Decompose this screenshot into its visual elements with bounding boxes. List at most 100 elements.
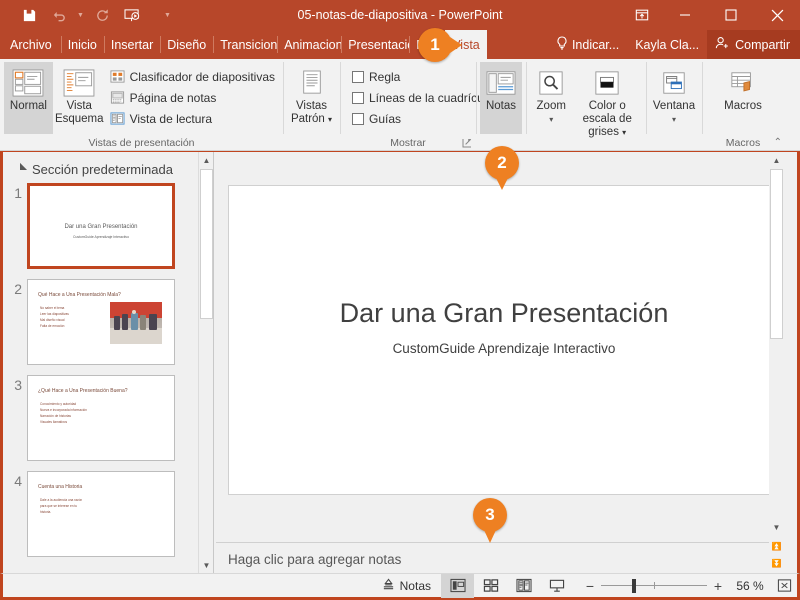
save-icon[interactable] [14,2,44,28]
slide-thumbnail-3[interactable]: ¿Qué Hace a Una Presentación Buena? Cono… [27,375,175,461]
macros-icon [729,66,757,100]
reading-view-button[interactable]: Vista de lectura [106,108,279,129]
tab-transiciones[interactable]: Transiciones [213,30,277,59]
slide-number-3: 3 [14,377,22,393]
gridlines-checkbox-row[interactable]: Líneas de la cuadrícula [348,87,497,108]
tab-presentacion[interactable]: Presentación [341,30,409,59]
customize-qat-icon[interactable]: ▼ [161,2,174,28]
master-views-label: Vistas Patrón ▾ [290,100,333,125]
chevron-down-icon[interactable]: ▾ [672,113,676,126]
color-grayscale-icon [594,66,620,100]
ruler-checkbox[interactable] [352,70,364,83]
tab-archivo[interactable]: Archivo [0,30,61,59]
outline-view-button[interactable]: Vista Esquema [53,62,106,126]
slide-sorter-button[interactable] [474,574,507,598]
window-button[interactable]: Ventana ▾ [650,62,698,126]
gridlines-checkbox[interactable] [352,91,364,104]
maximize-icon[interactable] [708,0,754,30]
lightbulb-icon [556,36,568,53]
dialog-launcher-icon[interactable] [462,137,472,148]
scroll-down-icon[interactable]: ▼ [769,519,784,535]
undo-icon[interactable] [44,2,74,28]
tab-diseno[interactable]: Diseño [160,30,213,59]
thumbnail-row-2[interactable]: 2 Qué Hace a Una Presentación Mala? No s… [3,279,213,365]
reading-view-button[interactable] [507,574,540,598]
thumbnail-scrollbar[interactable]: ▲ ▼ [198,152,213,573]
thumbnail-row-1[interactable]: 1 Dar una Gran Presentación CustomGuide … [3,183,213,269]
collapse-ribbon-icon[interactable]: ⌃ [774,135,782,151]
guides-checkbox-row[interactable]: Guías [348,108,497,129]
workspace: Sección predeterminada 1 Dar una Gran Pr… [0,152,800,573]
tab-animaciones[interactable]: Animaciones [277,30,341,59]
section-header[interactable]: Sección predeterminada [3,152,213,183]
slide-sorter-button[interactable]: Clasificador de diapositivas [106,66,279,87]
ruler-label: Regla [369,69,401,84]
callout-tail [496,178,508,190]
thumb-title-4: Cuenta una Historia [38,484,83,490]
slide-scroll-thumb[interactable] [770,169,783,339]
user-account[interactable]: Kayla Cla... [627,30,707,59]
person-add-icon [715,36,730,53]
minimize-icon[interactable] [662,0,708,30]
scroll-up-icon[interactable]: ▲ [199,152,213,168]
color-grayscale-button[interactable]: Color o escala de grises ▾ [572,62,642,139]
reading-view-icon [110,111,125,126]
tab-inicio[interactable]: Inicio [60,30,104,59]
slide-subtitle-placeholder[interactable]: CustomGuide Aprendizaje Interactivo [274,341,734,356]
undo-dropdown-icon[interactable]: ▼ [74,2,87,28]
previous-slide-icon[interactable]: ⏫ [769,538,784,554]
slide-thumbnail-4[interactable]: Cuenta una Historia Dale a la audiencia … [27,471,175,557]
scroll-up-icon[interactable]: ▲ [769,152,784,168]
callout-2-number: 2 [497,153,507,172]
share-label: Compartir [735,37,790,52]
notes-toggle-button[interactable]: Notas [372,574,441,598]
chevron-down-icon[interactable]: ▾ [549,113,553,126]
ribbon-display-options-icon[interactable] [622,0,662,30]
close-icon[interactable] [754,0,800,30]
zoom-slider-handle[interactable] [632,578,636,593]
normal-view-button[interactable] [441,573,474,598]
macros-button[interactable]: Macros [716,62,770,113]
section-collapse-icon[interactable] [12,162,28,177]
start-slideshow-icon[interactable] [117,2,147,28]
slide-title-placeholder[interactable]: Dar una Gran Presentación [274,298,734,329]
zoom-percentage[interactable]: 56 % [729,579,771,593]
normal-view-button[interactable]: Normal [4,62,53,134]
thumbnail-row-3[interactable]: 3 ¿Qué Hace a Una Presentación Buena? Co… [3,375,213,461]
tell-me-box[interactable]: Indicar... [548,30,627,59]
thumbnail-scroll-thumb[interactable] [200,169,213,319]
master-views-button[interactable]: Vistas Patrón ▾ [287,62,336,126]
slide-thumbnail-2[interactable]: Qué Hace a Una Presentación Mala? No sab… [27,279,175,365]
ribbon-group-vistas-patron: Vistas Patrón ▾ [283,59,340,151]
zoom-in-button[interactable]: + [707,574,729,598]
tab-insertar[interactable]: Insertar [103,30,160,59]
ruler-checkbox-row[interactable]: Regla [348,66,497,87]
zoom-slider[interactable] [601,574,707,598]
thumb-subtitle-1: CustomGuide Aprendizaje Interactivo [73,235,129,239]
ribbon-group-zoom-color: Zoom ▾ Color o escala de grises ▾ [526,59,646,151]
zoom-button[interactable]: Zoom ▾ [530,62,572,126]
guides-checkbox[interactable] [352,112,364,125]
current-slide[interactable]: Dar una Gran Presentación CustomGuide Ap… [228,185,775,495]
share-button[interactable]: Compartir [707,30,800,59]
slideshow-button[interactable] [540,574,573,598]
notes-page-button[interactable]: Página de notas [106,87,279,108]
slide-scrollbar[interactable]: ▲ ▼ ⏫ ⏬ [769,152,784,573]
redo-icon[interactable] [87,2,117,28]
next-slide-icon[interactable]: ⏬ [769,555,784,571]
chevron-down-icon: ▾ [328,115,333,124]
thumb-title-3: ¿Qué Hace a Una Presentación Buena? [38,388,128,394]
scroll-down-icon[interactable]: ▼ [199,557,213,573]
slide-thumbnail-1[interactable]: Dar una Gran Presentación CustomGuide Ap… [27,183,175,269]
notes-placeholder[interactable]: Haga clic para agregar notas [228,552,401,567]
fit-slide-to-window-button[interactable] [771,574,797,598]
thumb-bullet: historia. [40,510,52,514]
title-bar: ▼ ▼ 05-notas-de-diapositiva - PowerPoint [0,0,800,30]
zoom-control: − + 56 % [573,574,797,598]
notes-button[interactable]: Notas [480,62,522,134]
slide-thumbnail-pane: Sección predeterminada 1 Dar una Gran Pr… [3,152,214,573]
zoom-out-button[interactable]: − [579,574,601,598]
group-label-macros: Macros ⌃ [725,135,782,151]
thumb-bullets-3: Conocimiento y autoridad Nueva e incorpo… [40,401,87,425]
thumbnail-row-4[interactable]: 4 Cuenta una Historia Dale a la audienci… [3,471,213,557]
